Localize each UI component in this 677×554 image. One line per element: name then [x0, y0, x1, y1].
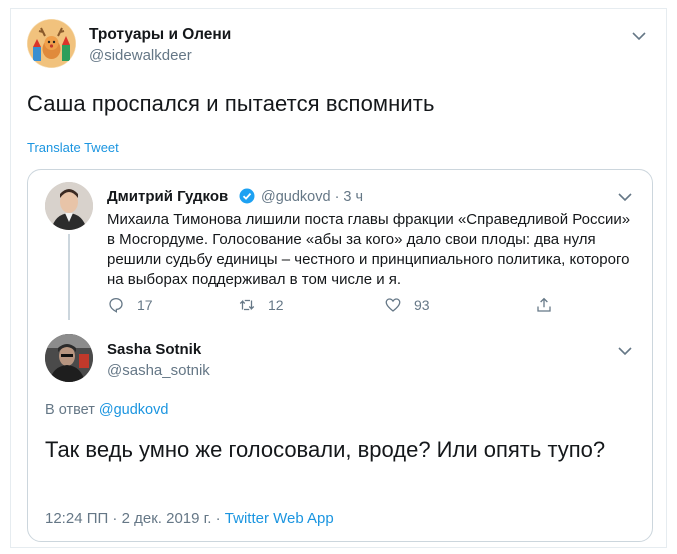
verified-badge-icon [239, 188, 255, 204]
reply-author-name[interactable]: Sasha Sotnik [107, 341, 201, 358]
share-button[interactable] [535, 294, 553, 316]
tweet-source-app[interactable]: Twitter Web App [225, 510, 334, 527]
thread-connector-line [68, 234, 70, 320]
avatar[interactable] [45, 182, 93, 230]
chevron-down-icon[interactable] [632, 31, 646, 41]
reply-author-handle[interactable]: @sasha_sotnik [107, 362, 210, 379]
heart-icon [385, 298, 401, 312]
tweet-timestamp[interactable]: 12:24 ПП · 2 дек. 2019 г. · [45, 510, 225, 527]
reply-icon [109, 297, 123, 313]
replying-to-mention[interactable]: @gudkovd [99, 402, 169, 418]
avatar[interactable] [45, 334, 93, 382]
share-icon [537, 297, 551, 312]
author-name[interactable]: Тротуары и Олени [89, 26, 231, 44]
like-button[interactable]: 93 [384, 294, 430, 316]
tweet-card[interactable]: Тротуары и Олени @sidewalkdeer Саша прос… [10, 8, 667, 548]
like-count: 93 [414, 297, 430, 313]
quoted-tweet-text: Михаила Тимонова лишили поста главы фрак… [107, 211, 631, 288]
quoted-tweet[interactable]: Дмитрий Гудков @gudkovd · 3 ч Михаила Ти… [27, 169, 653, 542]
avatar[interactable] [27, 19, 76, 68]
reply-tweet-text: Так ведь умно же голосовали, вроде? Или … [45, 437, 606, 462]
tweet-text: Саша проспался и пытается вспомнить [27, 91, 435, 116]
reply-count: 17 [137, 297, 153, 313]
tweet-actions: 17 12 93 [107, 294, 567, 316]
replying-to: В ответ @gudkovd [45, 402, 168, 418]
tweet-metadata: 12:24 ПП · 2 дек. 2019 г. · Twitter Web … [45, 510, 334, 527]
translate-tweet-link[interactable]: Translate Tweet [27, 140, 119, 155]
deer-logo-image [27, 19, 76, 68]
quoted-author-name[interactable]: Дмитрий Гудков [107, 188, 228, 205]
replying-to-label: В ответ [45, 402, 95, 418]
chevron-down-icon[interactable] [618, 192, 632, 202]
chevron-down-icon[interactable] [618, 346, 632, 356]
retweet-icon [239, 299, 255, 311]
quoted-author-handle-time[interactable]: @gudkovd · 3 ч [261, 189, 363, 205]
retweet-count: 12 [268, 297, 284, 313]
retweet-button[interactable]: 12 [238, 294, 284, 316]
author-handle[interactable]: @sidewalkdeer [89, 47, 192, 64]
avatar-photo [45, 334, 93, 382]
reply-button[interactable]: 17 [107, 294, 153, 316]
avatar-photo [45, 182, 93, 230]
